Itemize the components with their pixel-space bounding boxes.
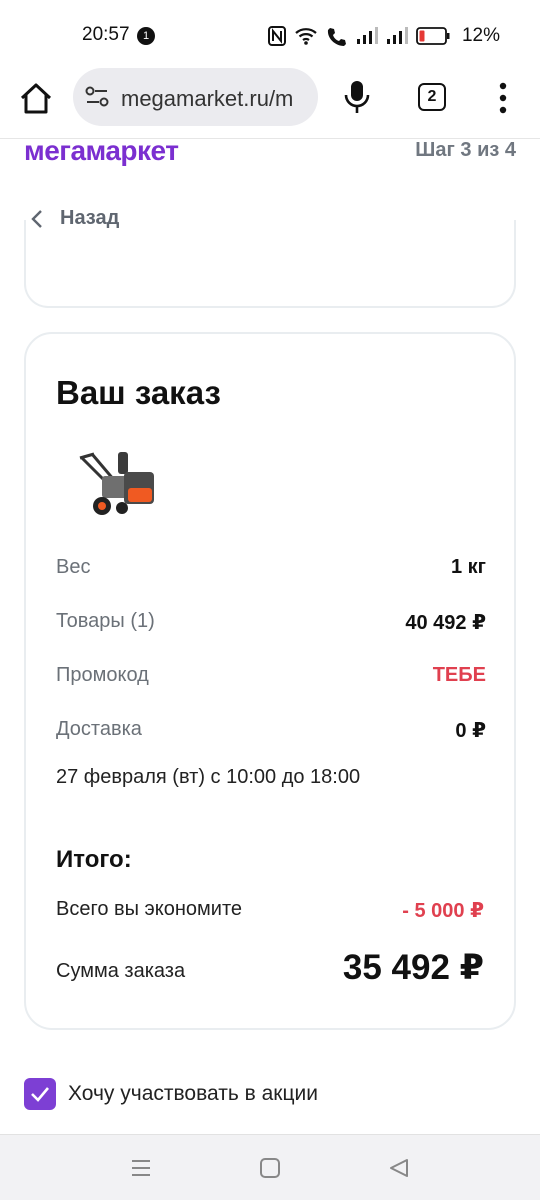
back-label[interactable]: Назад bbox=[60, 207, 119, 230]
checkmark-icon bbox=[31, 1087, 49, 1102]
home-nav-icon[interactable] bbox=[259, 1157, 281, 1179]
status-time: 20:57 bbox=[82, 24, 130, 45]
site-settings-icon[interactable] bbox=[85, 86, 109, 108]
promocode-label: Промокод bbox=[56, 664, 149, 686]
checkout-step: Шаг 3 из 4 bbox=[415, 139, 516, 161]
weight-row: Вес 1 кг bbox=[56, 556, 486, 586]
battery-icon bbox=[416, 27, 450, 45]
delivery-row: Доставка 0 ₽ bbox=[56, 718, 486, 748]
delivery-label: Доставка bbox=[56, 718, 142, 740]
page-header: мегамаркет Шаг 3 из 4 bbox=[0, 138, 540, 172]
megamarket-logo[interactable]: мегамаркет bbox=[24, 139, 179, 167]
status-icons: 12% bbox=[267, 24, 500, 48]
call-wifi-icon bbox=[327, 28, 346, 46]
order-sum-value: 35 492 ₽ bbox=[342, 948, 484, 987]
tabs-count-button[interactable]: 2 bbox=[418, 83, 446, 111]
back-nav-icon[interactable] bbox=[388, 1157, 410, 1179]
promo-participation-checkbox[interactable]: Хочу участвовать в акции bbox=[24, 1078, 318, 1110]
promocode-value: ТЕБЕ bbox=[432, 664, 486, 686]
status-bar: 20:57 1 12% bbox=[0, 0, 540, 70]
delivery-value: 0 ₽ bbox=[455, 720, 486, 742]
back-link[interactable]: Назад bbox=[30, 207, 119, 230]
weight-value: 1 кг bbox=[450, 556, 486, 578]
items-row: Товары (1) 40 492 ₽ bbox=[56, 610, 486, 640]
recent-apps-icon[interactable] bbox=[130, 1157, 152, 1179]
microphone-icon[interactable] bbox=[344, 80, 370, 114]
items-label: Товары (1) bbox=[56, 610, 155, 632]
browser-toolbar: megamarket.ru/m 2 bbox=[0, 64, 540, 138]
snowblower-image[interactable] bbox=[74, 444, 158, 520]
items-value: 40 492 ₽ bbox=[405, 612, 486, 634]
more-menu-icon[interactable] bbox=[496, 82, 510, 114]
home-icon[interactable] bbox=[18, 81, 54, 117]
promo-checkbox-label[interactable]: Хочу участвовать в акции bbox=[68, 1082, 318, 1106]
previous-card bbox=[24, 220, 516, 308]
savings-label: Всего вы экономите bbox=[56, 898, 243, 920]
signal-icon-2 bbox=[386, 27, 408, 44]
chevron-left-icon bbox=[31, 209, 42, 228]
address-bar[interactable]: megamarket.ru/m bbox=[73, 68, 318, 126]
order-sum-label: Сумма заказа bbox=[56, 960, 186, 982]
system-navigation-bar bbox=[0, 1134, 540, 1200]
promocode-row: Промокод ТЕБЕ bbox=[56, 664, 486, 694]
order-title: Ваш заказ bbox=[56, 374, 221, 411]
battery-percent: 12% bbox=[461, 25, 500, 46]
weight-label: Вес bbox=[56, 556, 91, 578]
total-title: Итого: bbox=[56, 846, 132, 873]
savings-value: - 5 000 ₽ bbox=[402, 900, 484, 922]
checkbox-checked[interactable] bbox=[24, 1078, 56, 1110]
order-summary-card: Ваш заказ Вес 1 кг Товары (1) 40 492 ₽ П… bbox=[24, 332, 516, 1030]
signal-icon-1 bbox=[356, 27, 378, 44]
delivery-date: 27 февраля (вт) с 10:00 до 18:00 bbox=[56, 766, 361, 788]
notification-badge: 1 bbox=[137, 27, 155, 45]
wifi-icon bbox=[295, 28, 317, 45]
url-text[interactable]: megamarket.ru/m bbox=[121, 86, 293, 112]
nfc-icon bbox=[267, 26, 286, 46]
